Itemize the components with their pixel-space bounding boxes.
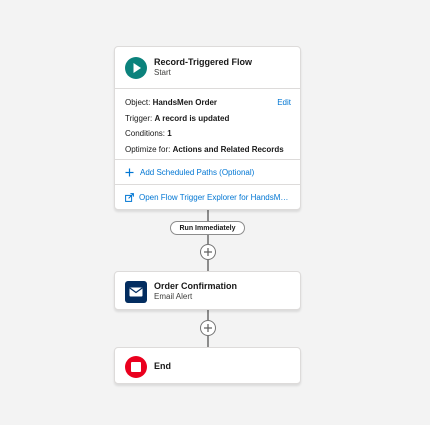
- add-element-button[interactable]: [200, 320, 216, 336]
- email-alert-element-card[interactable]: Order Confirmation Email Alert: [114, 271, 301, 310]
- add-scheduled-paths-link[interactable]: Add Scheduled Paths (Optional): [115, 160, 300, 185]
- envelope-icon: [125, 280, 147, 303]
- optimize-row: Optimize for: Actions and Related Record…: [125, 142, 290, 158]
- connector-line: [207, 260, 209, 271]
- new-window-icon: [125, 193, 134, 202]
- open-trigger-explorer-label: Open Flow Trigger Explorer for HandsMen …: [139, 193, 290, 202]
- optimize-label: Optimize for:: [125, 144, 171, 154]
- add-icon: [125, 168, 135, 177]
- edit-link[interactable]: Edit: [277, 95, 291, 111]
- flow-canvas: Record-Triggered Flow Start Edit Object:…: [0, 0, 430, 425]
- connector-line: [207, 310, 209, 320]
- start-element-card[interactable]: Record-Triggered Flow Start Edit Object:…: [114, 46, 301, 210]
- object-value: HandsMen Order: [152, 98, 218, 107]
- connector-line: [207, 235, 209, 244]
- connector-line: [207, 336, 209, 347]
- trigger-label: Trigger:: [125, 113, 153, 123]
- conditions-row: Conditions: 1: [125, 126, 290, 142]
- start-card-header[interactable]: Record-Triggered Flow Start: [115, 47, 300, 89]
- email-alert-title: Order Confirmation: [154, 280, 238, 291]
- stop-icon: [125, 355, 147, 378]
- conditions-value: 1: [167, 129, 172, 138]
- run-immediately-path-label[interactable]: Run Immediately: [170, 221, 245, 235]
- plus-icon: [204, 324, 212, 332]
- play-icon: [125, 56, 147, 79]
- trigger-row: Trigger: A record is updated: [125, 111, 290, 127]
- conditions-label: Conditions:: [125, 129, 166, 138]
- object-label: Object:: [125, 98, 151, 107]
- end-element-card[interactable]: End: [114, 347, 301, 384]
- email-alert-subtitle: Email Alert: [154, 292, 193, 302]
- end-title: End: [154, 360, 171, 371]
- start-details: Edit Object: HandsMen Order Trigger: A r…: [115, 89, 300, 160]
- trigger-value: A record is updated: [154, 113, 230, 123]
- start-title: Record-Triggered Flow: [154, 56, 253, 67]
- start-subtitle: Start: [154, 68, 171, 78]
- optimize-value: Actions and Related Records: [172, 144, 284, 154]
- add-element-button[interactable]: [200, 244, 216, 260]
- object-row: Object: HandsMen Order: [125, 95, 290, 111]
- add-scheduled-paths-label: Add Scheduled Paths (Optional): [140, 167, 255, 177]
- connector-line: [207, 210, 209, 221]
- plus-icon: [204, 248, 212, 256]
- open-trigger-explorer-link[interactable]: Open Flow Trigger Explorer for HandsMen …: [115, 185, 300, 210]
